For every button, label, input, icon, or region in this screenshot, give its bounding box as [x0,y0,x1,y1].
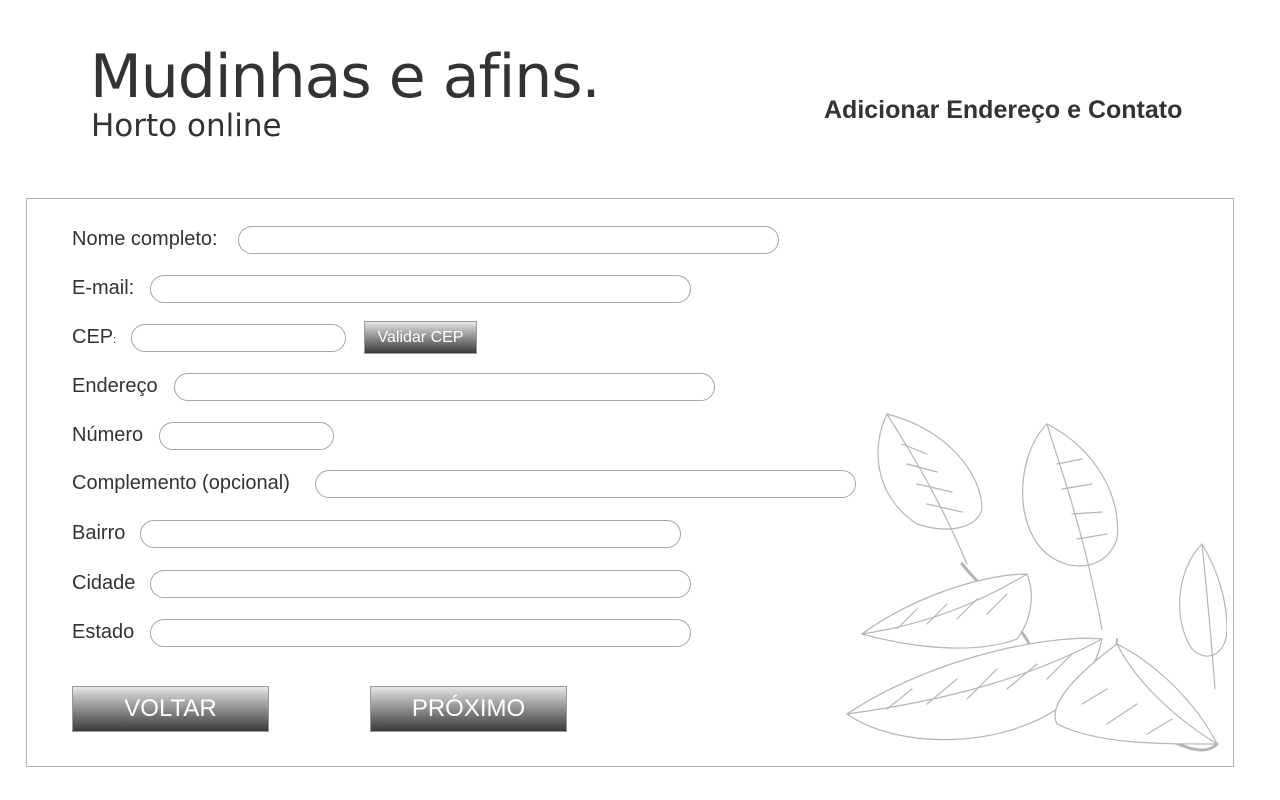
neighborhood-label: Bairro [72,522,126,544]
validate-cep-button[interactable]: Validar CEP [364,321,477,354]
city-label: Cidade [72,572,136,594]
address-input[interactable] [174,373,715,401]
complement-label: Complemento (opcional) [72,472,290,494]
full-name-label: Nome completo: [72,228,218,250]
state-input[interactable] [150,619,691,647]
email-label: E-mail: [72,277,135,299]
city-input[interactable] [150,570,691,598]
address-contact-form: Nome completo: E-mail: CEP: Validar CEP … [26,198,1234,767]
cep-input[interactable] [131,324,346,352]
full-name-input[interactable] [238,226,779,254]
state-label: Estado [72,621,135,643]
page-root: Mudinhas e afins. Horto online Adicionar… [0,0,1280,800]
neighborhood-input[interactable] [140,520,681,548]
brand-title: Mudinhas e afins. [90,42,601,112]
address-label: Endereço [72,375,158,397]
cep-label: CEP: [72,325,116,352]
complement-input[interactable] [315,470,856,498]
next-button[interactable]: PRÓXIMO [370,686,567,732]
cep-label-text: CEP [72,326,114,348]
number-input[interactable] [159,422,334,450]
cep-label-colon: : [113,334,117,346]
page-heading: Adicionar Endereço e Contato [824,96,1183,124]
number-label: Número [72,424,144,446]
leaf-branch-illustration [846,413,1227,752]
brand-subtitle: Horto online [91,108,282,144]
back-button[interactable]: VOLTAR [72,686,269,732]
email-input[interactable] [150,275,691,303]
